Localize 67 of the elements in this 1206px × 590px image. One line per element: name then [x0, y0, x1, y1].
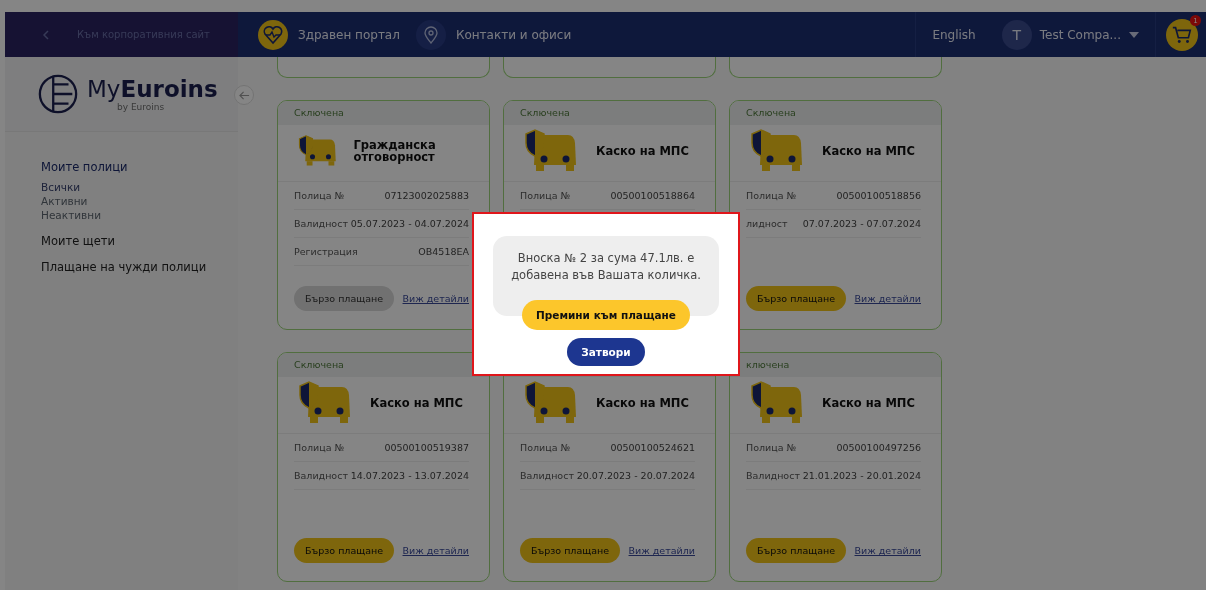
quick-pay-button[interactable]: Бързо плащане [294, 538, 395, 563]
field-label: Полица № [520, 190, 571, 201]
field-value: 07.07.2023 - 07.07.2024 [802, 218, 921, 229]
view-details-link[interactable]: Виж детайли [402, 293, 469, 304]
quick-pay-button[interactable]: Бързо плащане [746, 286, 847, 311]
policy-title: Каско на МПС [596, 397, 689, 409]
arrow-left-icon [238, 89, 250, 101]
policy-status: Сключена [746, 107, 796, 118]
user-name: Test Compa... [1039, 27, 1121, 42]
view-details-link[interactable]: Виж детайли [402, 545, 469, 556]
logo-text: MyEuroins [87, 76, 218, 102]
view-details-link[interactable]: Виж детайли [854, 293, 921, 304]
nav-link[interactable]: Здравен портал [258, 19, 400, 50]
field-value: 00500100497256 [836, 442, 921, 453]
field-value: 20.07.2023 - 20.07.2024 [576, 470, 695, 481]
quick-pay-button[interactable]: Бързо плащане [746, 538, 847, 563]
policy-title: Каско на МПС [822, 145, 915, 157]
close-button[interactable]: Затвори [567, 338, 645, 366]
field-value: 00500100524621 [610, 442, 695, 453]
field-label: Полица № [294, 442, 345, 453]
field-value: 00500100519387 [384, 442, 469, 453]
location-pin-icon [415, 19, 446, 50]
quick-pay-button[interactable]: Бързо плащане [520, 538, 621, 563]
field-label: Полица № [746, 442, 797, 453]
menu-group-link[interactable]: Моите полици [41, 160, 238, 174]
menu-item[interactable]: Активни [41, 194, 238, 208]
proceed-to-payment-button[interactable]: Премини към плащане [522, 300, 690, 330]
chevron-left-icon [43, 29, 49, 40]
policy-status: Сключена [520, 107, 570, 118]
menu-item[interactable]: Всички [41, 180, 238, 194]
field-label: Валидност [294, 218, 348, 229]
field-label: Полица № [520, 442, 571, 453]
user-avatar: T [1001, 19, 1032, 50]
field-value: OB4518EA [418, 246, 469, 257]
view-details-link[interactable]: Виж детайли [854, 545, 921, 556]
menu-link[interactable]: Моите щети [41, 234, 238, 248]
policy-title: Каско на МПС [822, 397, 915, 409]
menu-link[interactable]: Плащане на чужди полици [41, 260, 238, 274]
dialog-message: Вноска № 2 за сума 47.1лв. е добавена във Вашата количка. [510, 250, 702, 284]
logo-subtitle: by Euroins [117, 102, 166, 112]
field-value: 00500100518856 [836, 190, 921, 201]
caret-down-icon [1129, 31, 1139, 38]
field-label: Валидност [746, 470, 800, 481]
cart-button[interactable] [1166, 18, 1198, 51]
field-label: Валидност [294, 470, 348, 481]
collapse-sidebar-button[interactable] [234, 85, 254, 105]
field-value: 05.07.2023 - 04.07.2024 [350, 218, 469, 229]
policy-title: Каско на МПС [370, 397, 463, 409]
field-value: 07123002025883 [384, 190, 469, 201]
view-details-link[interactable]: Виж детайли [628, 545, 695, 556]
logo-icon [37, 73, 79, 115]
heart-pulse-icon [258, 19, 288, 50]
field-value: 00500100518864 [610, 190, 695, 201]
nav-link[interactable]: Контакти и офиси [415, 19, 572, 50]
field-label: Регистрация [294, 246, 358, 257]
field-value: 14.07.2023 - 13.07.2024 [350, 470, 469, 481]
field-label: Полица № [294, 190, 345, 201]
policy-title: Каско на МПС [596, 145, 689, 157]
policy-status: Сключена [294, 107, 344, 118]
policy-title: Гражданска отговорност [353, 139, 437, 163]
policy-status: ключена [746, 359, 790, 370]
field-label: Полица № [746, 190, 797, 201]
policy-status: Сключена [294, 359, 344, 370]
menu-item[interactable]: Неактивни [41, 208, 238, 222]
field-label: Валидност [520, 470, 574, 481]
field-value: 21.01.2023 - 20.01.2024 [802, 470, 921, 481]
field-label: лидност [746, 218, 788, 229]
